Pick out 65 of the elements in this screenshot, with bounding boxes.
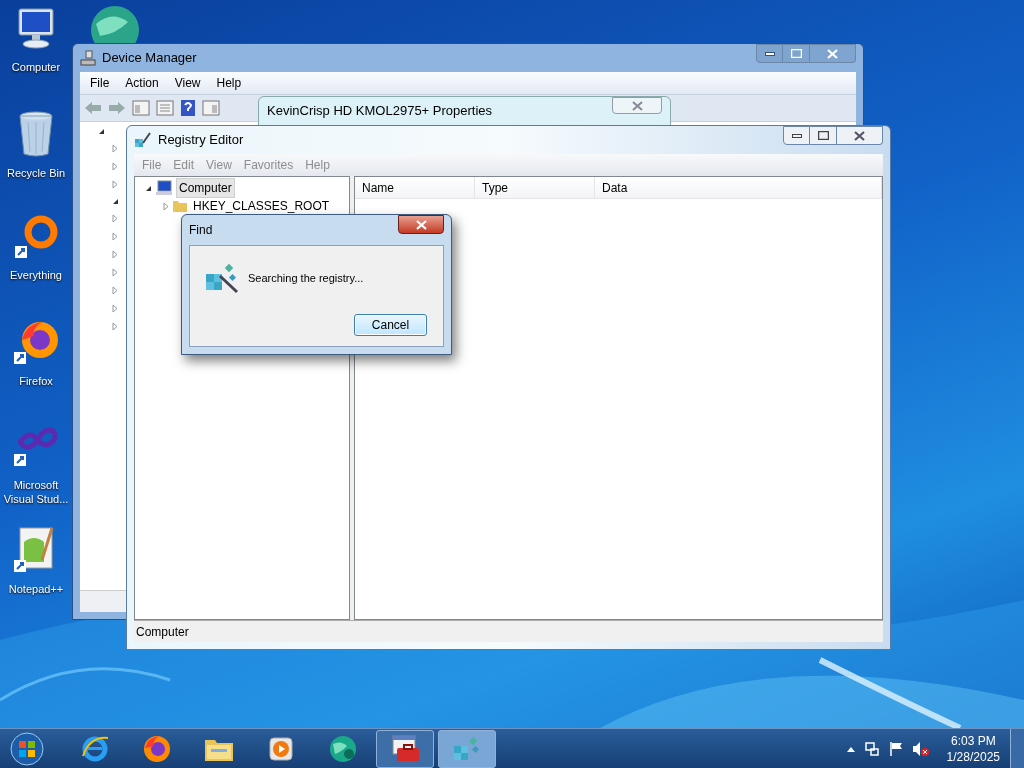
- status-message: Searching the registry...: [248, 270, 364, 286]
- tree-item[interactable]: Computer: [176, 178, 235, 198]
- desktop-icon-label[interactable]: Notepad++: [1, 582, 71, 596]
- close-button[interactable]: [398, 215, 444, 234]
- folder-icon: [172, 199, 188, 213]
- forward-arrow-icon[interactable]: [108, 101, 126, 115]
- collapse-arrow-icon[interactable]: [98, 128, 105, 135]
- minimize-icon: [764, 51, 775, 56]
- network-icon[interactable]: [863, 740, 880, 757]
- fox-globe-icon: [142, 733, 172, 764]
- column-header[interactable]: Name: [355, 177, 475, 198]
- registry-cubes-icon: [134, 131, 152, 149]
- trash-bin-icon: [16, 110, 56, 158]
- close-icon: [827, 48, 838, 59]
- menu-item[interactable]: Help: [208, 74, 250, 92]
- back-arrow-icon[interactable]: [84, 101, 102, 115]
- window-pane-icon[interactable]: [202, 100, 220, 116]
- status-text: Computer: [136, 623, 189, 641]
- maximize-icon: [790, 49, 802, 58]
- help-icon[interactable]: [180, 99, 196, 117]
- close-button[interactable]: [837, 126, 883, 145]
- taskbar-button[interactable]: [376, 729, 434, 768]
- collapse-arrow-icon[interactable]: [145, 184, 152, 192]
- window-title: Registry Editor: [158, 131, 244, 150]
- toolbox-window-icon: [389, 733, 421, 764]
- play-icon: [267, 734, 295, 763]
- list-icon[interactable]: [156, 100, 174, 116]
- maximize-button[interactable]: [783, 44, 810, 63]
- column-header[interactable]: Data: [595, 177, 882, 198]
- column-header[interactable]: Type: [475, 177, 595, 198]
- desktop-icon-label[interactable]: Everything: [1, 268, 71, 282]
- window-title: Device Manager: [102, 49, 197, 68]
- globe-icon: [327, 733, 359, 764]
- desktop-icon-label[interactable]: Computer: [1, 60, 71, 74]
- minimize-icon: [791, 133, 802, 138]
- muted-speaker-icon[interactable]: [911, 740, 930, 757]
- maximize-icon: [817, 131, 829, 140]
- close-icon: [854, 130, 865, 141]
- expand-arrow-icon[interactable]: [163, 201, 169, 211]
- minimize-button[interactable]: [783, 126, 810, 145]
- desktop-icon-label[interactable]: Recycle Bin: [1, 166, 71, 180]
- menu-item[interactable]: File: [82, 74, 118, 92]
- flag-icon[interactable]: [888, 740, 903, 757]
- dialog-title: KevinCrisp HD KMOL2975+ Properties: [267, 102, 493, 121]
- close-icon: [631, 100, 643, 111]
- show-desktop-button[interactable]: [1010, 728, 1024, 768]
- desktop-icon-label[interactable]: Microsoft Visual Stud...: [1, 478, 71, 506]
- dialog-title: Find: [189, 222, 213, 239]
- tree-item[interactable]: HKEY_CLASSES_ROOT: [191, 197, 332, 215]
- menu-item[interactable]: View: [166, 74, 209, 92]
- registry-search-icon: [204, 262, 240, 294]
- computer-icon: [155, 180, 173, 196]
- close-icon: [415, 219, 427, 230]
- minimize-button[interactable]: [756, 44, 783, 63]
- windows-orb-icon: [9, 730, 45, 767]
- menu-item[interactable]: Action: [117, 74, 167, 92]
- cancel-button[interactable]: Cancel: [354, 314, 427, 336]
- clock-date[interactable]: 1/28/2025: [946, 748, 1000, 765]
- clock-time[interactable]: 6:03 PM: [950, 732, 996, 749]
- collapse-arrow-icon[interactable]: [112, 198, 119, 205]
- ring-icon: [13, 214, 59, 260]
- caret-up-icon[interactable]: [846, 745, 855, 752]
- desktop-icon-label[interactable]: Firefox: [1, 374, 71, 388]
- window-pane-icon[interactable]: [132, 100, 150, 116]
- maximize-button[interactable]: [810, 126, 837, 145]
